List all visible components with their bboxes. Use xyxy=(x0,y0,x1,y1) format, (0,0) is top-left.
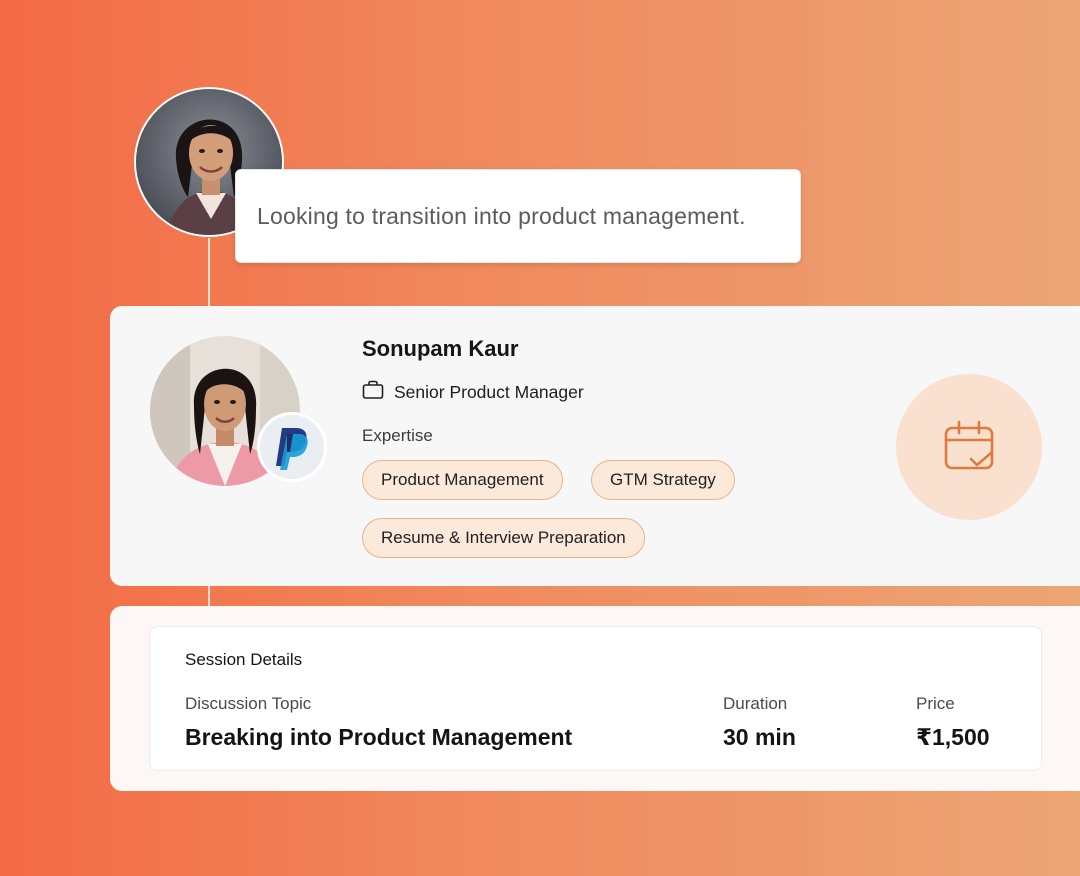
topic-label: Discussion Topic xyxy=(185,694,312,713)
briefcase-icon xyxy=(362,380,384,405)
duration-label: Duration xyxy=(723,694,788,713)
seeker-message: Looking to transition into product manag… xyxy=(257,202,746,229)
expertise-chip[interactable]: GTM Strategy xyxy=(591,460,735,500)
expertise-chip[interactable]: Resume & Interview Preparation xyxy=(362,518,645,558)
paypal-logo-badge xyxy=(257,412,327,482)
calendar-check-icon xyxy=(944,420,994,470)
page-canvas: Looking to transition into product manag… xyxy=(0,0,1080,876)
seeker-message-bubble: Looking to transition into product manag… xyxy=(235,169,801,263)
mentor-name: Sonupam Kaur xyxy=(362,336,519,361)
mentor-role-row: Senior Product Manager xyxy=(362,380,584,405)
paypal-logo-icon xyxy=(276,428,308,470)
price-label: Price xyxy=(916,694,955,713)
duration-value: 30 min xyxy=(723,724,796,750)
topic-value: Breaking into Product Management xyxy=(185,724,573,750)
expertise-chip[interactable]: Product Management xyxy=(362,460,563,500)
session-heading: Session Details xyxy=(185,650,303,669)
mentor-card[interactable]: Sonupam Kaur Senior Product Manager Expe… xyxy=(110,306,1080,586)
price-value: ₹1,500 xyxy=(916,724,990,750)
session-details-card: Session Details Discussion Topic Breakin… xyxy=(149,626,1042,771)
book-session-button[interactable] xyxy=(896,374,1042,520)
mentor-role: Senior Product Manager xyxy=(394,382,584,402)
expertise-label: Expertise xyxy=(362,426,433,445)
session-panel: Session Details Discussion Topic Breakin… xyxy=(110,606,1080,791)
